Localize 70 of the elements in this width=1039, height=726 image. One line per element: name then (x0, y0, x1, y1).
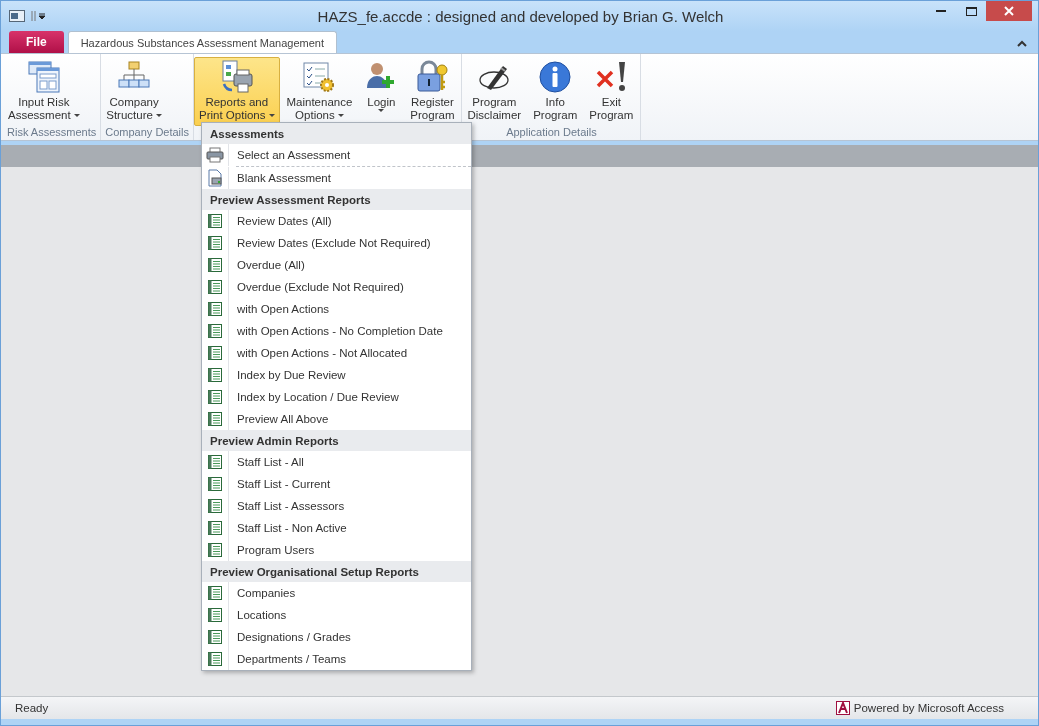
blank-form-icon (207, 169, 223, 187)
menu-item[interactable]: Staff List - Current (202, 473, 471, 495)
report-icon (208, 586, 222, 600)
report-icon (208, 280, 222, 294)
menu-item[interactable]: Companies (202, 582, 471, 604)
report-icon (208, 390, 222, 404)
printer-icon (219, 60, 254, 94)
status-text: Ready (15, 702, 50, 714)
printer-icon (206, 147, 224, 163)
report-icon (208, 236, 222, 250)
menu-item[interactable]: Select an Assessment (202, 144, 471, 166)
menu-item[interactable]: Overdue (All) (202, 254, 471, 276)
form-icon (26, 60, 61, 94)
report-icon (208, 630, 222, 644)
ribbon-group-label: Application Details (505, 126, 598, 140)
menu-section-header: Preview Organisational Setup Reports (202, 561, 471, 582)
ribbon-button[interactable]: Company Structure (101, 57, 167, 126)
menu-item[interactable]: Locations (202, 604, 471, 626)
menu-item[interactable]: with Open Actions - No Completion Date (202, 320, 471, 342)
file-tab[interactable]: File (9, 31, 64, 53)
report-icon (208, 608, 222, 622)
report-icon (208, 455, 222, 469)
menu-item[interactable]: Overdue (Exclude Not Required) (202, 276, 471, 298)
menu-section-header: Assessments (202, 123, 471, 144)
ribbon-button[interactable]: Input Risk Assessment (3, 57, 85, 126)
menu-section-header: Preview Admin Reports (202, 430, 471, 451)
collapse-ribbon-icon[interactable] (1016, 39, 1028, 47)
menu-section-header: Preview Assessment Reports (202, 189, 471, 210)
report-icon (208, 214, 222, 228)
menu-item[interactable]: with Open Actions - Not Allocated (202, 342, 471, 364)
ribbon-group-label: Risk Assessments (6, 126, 98, 140)
menu-item[interactable]: with Open Actions (202, 298, 471, 320)
report-icon (208, 302, 222, 316)
window-title: HAZS_fe.accde : designed and developed by Brian G. Welch (316, 7, 725, 25)
menu-item[interactable]: Departments / Teams (202, 648, 471, 670)
ribbon-button[interactable]: Program Disclaimer (462, 57, 527, 126)
ribbon-button[interactable]: Register Program (405, 57, 460, 126)
app-icon[interactable] (9, 10, 25, 22)
report-icon (208, 258, 222, 272)
menu-item[interactable]: Review Dates (Exclude Not Required) (202, 232, 471, 254)
report-icon (208, 521, 222, 535)
report-icon (208, 324, 222, 338)
report-icon (208, 652, 222, 666)
ribbon-button[interactable]: Reports and Print Options (194, 57, 280, 126)
report-icon (208, 368, 222, 382)
close-button[interactable] (986, 1, 1032, 21)
report-icon (208, 543, 222, 557)
ribbon-button[interactable]: Exit Program (584, 57, 639, 126)
menu-item[interactable]: Review Dates (All) (202, 210, 471, 232)
report-icon (208, 346, 222, 360)
ribbon-button[interactable]: Info Program (528, 57, 583, 126)
padlock-key-icon (415, 60, 450, 94)
menu-item[interactable]: Staff List - Assessors (202, 495, 471, 517)
menu-item[interactable]: Staff List - Non Active (202, 517, 471, 539)
ribbon-tab[interactable]: Hazardous Substances Assessment Management (67, 31, 338, 53)
menu-item[interactable]: Index by Location / Due Review (202, 386, 471, 408)
menu-item[interactable]: Index by Due Review (202, 364, 471, 386)
report-icon (208, 499, 222, 513)
maximize-icon[interactable] (965, 6, 977, 16)
report-icon (208, 477, 222, 491)
quick-access-dropdown-icon[interactable] (31, 10, 45, 22)
close-icon (1004, 6, 1014, 16)
access-logo-icon (835, 701, 850, 715)
checklist-gear-icon (302, 60, 337, 94)
menu-item[interactable]: Designations / Grades (202, 626, 471, 648)
report-icon (208, 412, 222, 426)
ribbon-group-label: Company Details (104, 126, 190, 140)
info-icon (538, 60, 573, 94)
menu-item[interactable]: Staff List - All (202, 451, 471, 473)
powered-by-text: Powered by Microsoft Access (853, 702, 1004, 714)
